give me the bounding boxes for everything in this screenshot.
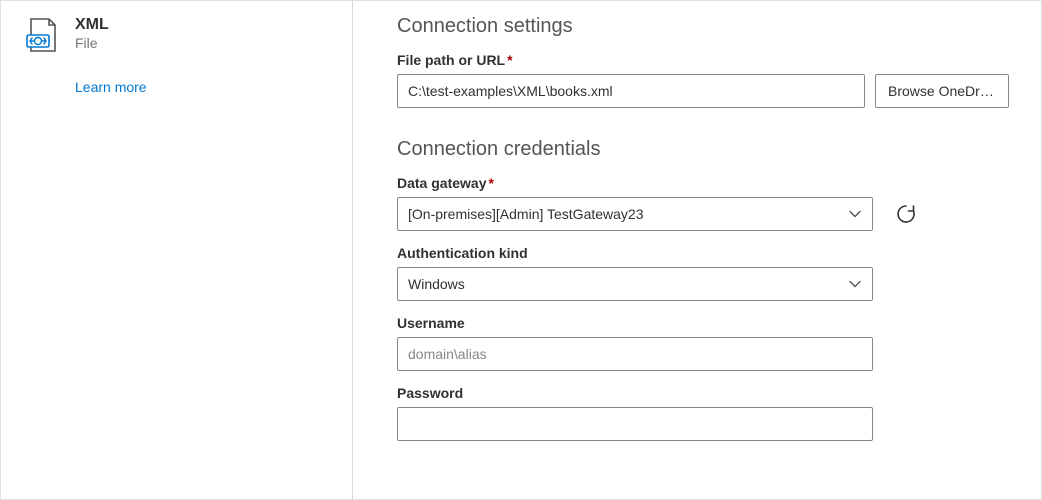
xml-file-icon [23,17,61,55]
browse-onedrive-button[interactable]: Browse OneDrive... [875,74,1009,108]
data-gateway-select[interactable]: [On-premises][Admin] TestGateway23 [397,197,873,231]
username-field: Username [397,315,1009,371]
refresh-icon [895,203,917,225]
connector-title: XML [75,15,109,34]
auth-kind-field: Authentication kind Windows [397,245,1009,301]
connector-header: XML File [23,15,330,55]
password-label: Password [397,385,1009,401]
username-input[interactable] [397,337,873,371]
chevron-down-icon [848,277,862,291]
required-asterisk: * [488,175,493,191]
main-panel: Connection settings File path or URL* Br… [353,1,1041,499]
connection-settings-heading: Connection settings [397,15,1009,38]
learn-more-link[interactable]: Learn more [75,79,330,95]
auth-kind-select[interactable]: Windows [397,267,873,301]
file-path-field: File path or URL* Browse OneDrive... [397,52,1009,108]
refresh-gateway-button[interactable] [893,201,919,227]
file-path-input[interactable] [397,74,865,108]
auth-kind-label: Authentication kind [397,245,1009,261]
data-gateway-field: Data gateway* [On-premises][Admin] TestG… [397,175,1009,231]
file-path-label: File path or URL* [397,52,1009,68]
required-asterisk: * [507,52,512,68]
connector-subtitle: File [75,34,109,52]
chevron-down-icon [848,207,862,221]
username-label: Username [397,315,1009,331]
password-input[interactable] [397,407,873,441]
password-field: Password [397,385,1009,441]
data-gateway-label: Data gateway* [397,175,1009,191]
sidebar: XML File Learn more [1,1,353,499]
connection-credentials-heading: Connection credentials [397,138,1009,161]
